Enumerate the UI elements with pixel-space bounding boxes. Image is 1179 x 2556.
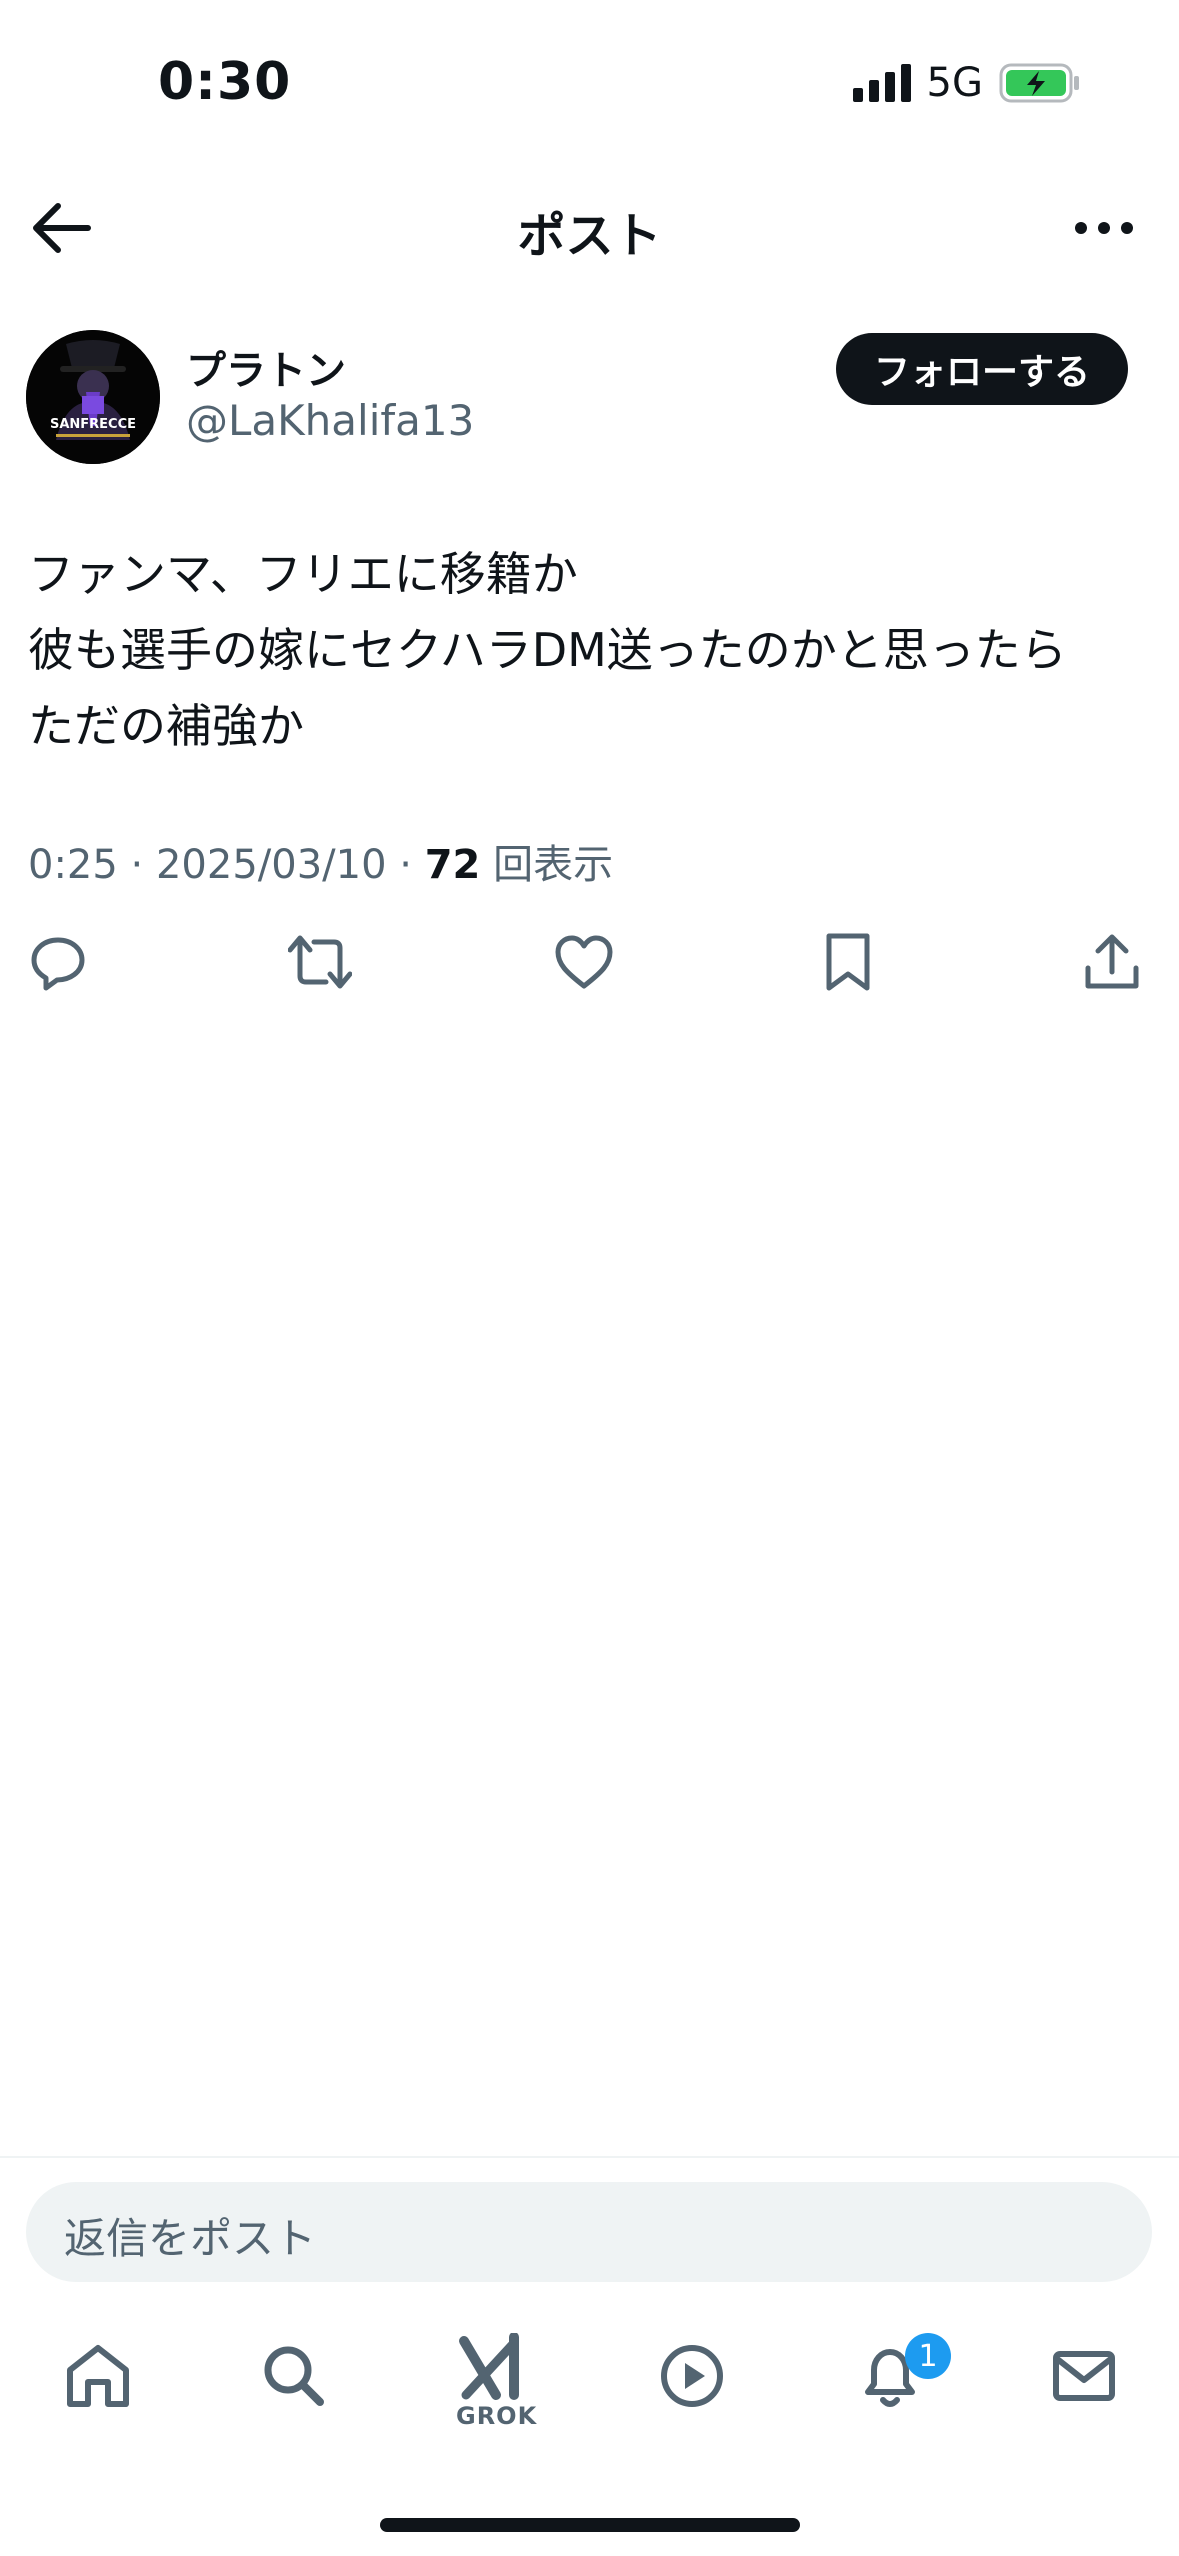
follow-button[interactable]: フォローする: [836, 333, 1128, 405]
grok-icon: [459, 2333, 519, 2400]
like-icon: [555, 935, 613, 989]
post-date: 2025/03/10: [155, 842, 387, 888]
share-button[interactable]: [1080, 930, 1144, 994]
tab-video[interactable]: [652, 2336, 732, 2416]
reply-icon: [31, 937, 85, 991]
author-name[interactable]: プラトン: [186, 338, 346, 396]
repost-icon: [288, 935, 352, 989]
play-icon: [661, 2345, 723, 2407]
notification-badge: 1: [905, 2333, 951, 2379]
views-label[interactable]: 回表示: [493, 842, 613, 888]
grok-label: GROK: [456, 2402, 538, 2430]
avatar-image: SANFRECCE: [26, 330, 160, 464]
avatar[interactable]: SANFRECCE: [26, 330, 160, 464]
search-icon: [264, 2346, 324, 2406]
share-icon: [1085, 934, 1139, 989]
post-text: ファンマ、フリエに移籍か 彼も選手の嫁にセクハラDM送ったのかと思ったら ただの…: [28, 547, 1067, 753]
repost-button[interactable]: [288, 930, 352, 994]
mail-icon: [1053, 2351, 1115, 2401]
author-handle[interactable]: @LaKhalifa13: [186, 396, 474, 445]
status-time: 0:30: [158, 52, 292, 112]
tab-home[interactable]: [58, 2336, 138, 2416]
reply-button[interactable]: [26, 930, 90, 994]
home-icon: [67, 2345, 129, 2407]
tab-grok[interactable]: [454, 2328, 534, 2408]
divider: [0, 2156, 1179, 2158]
tab-messages[interactable]: [1044, 2336, 1124, 2416]
post-time: 0:25: [28, 842, 118, 888]
reply-placeholder: 返信をポスト: [64, 2214, 317, 2263]
like-button[interactable]: [552, 930, 616, 994]
home-indicator: [380, 2518, 800, 2532]
more-options-icon[interactable]: [1069, 200, 1139, 256]
tab-search[interactable]: [254, 2336, 334, 2416]
views-count: 72: [424, 842, 481, 888]
bookmark-button[interactable]: [816, 930, 880, 994]
network-label: 5G: [926, 60, 983, 106]
battery-charging-icon: [999, 63, 1079, 103]
page-title: ポスト: [517, 208, 662, 264]
bookmark-icon: [826, 933, 870, 991]
svg-text:SANFRECCE: SANFRECCE: [50, 417, 136, 432]
status-indicators: 5G: [852, 60, 1081, 106]
signal-icon: [852, 64, 911, 102]
post-meta: 0:25 · 2025/03/10 · 72 回表示: [28, 842, 614, 888]
